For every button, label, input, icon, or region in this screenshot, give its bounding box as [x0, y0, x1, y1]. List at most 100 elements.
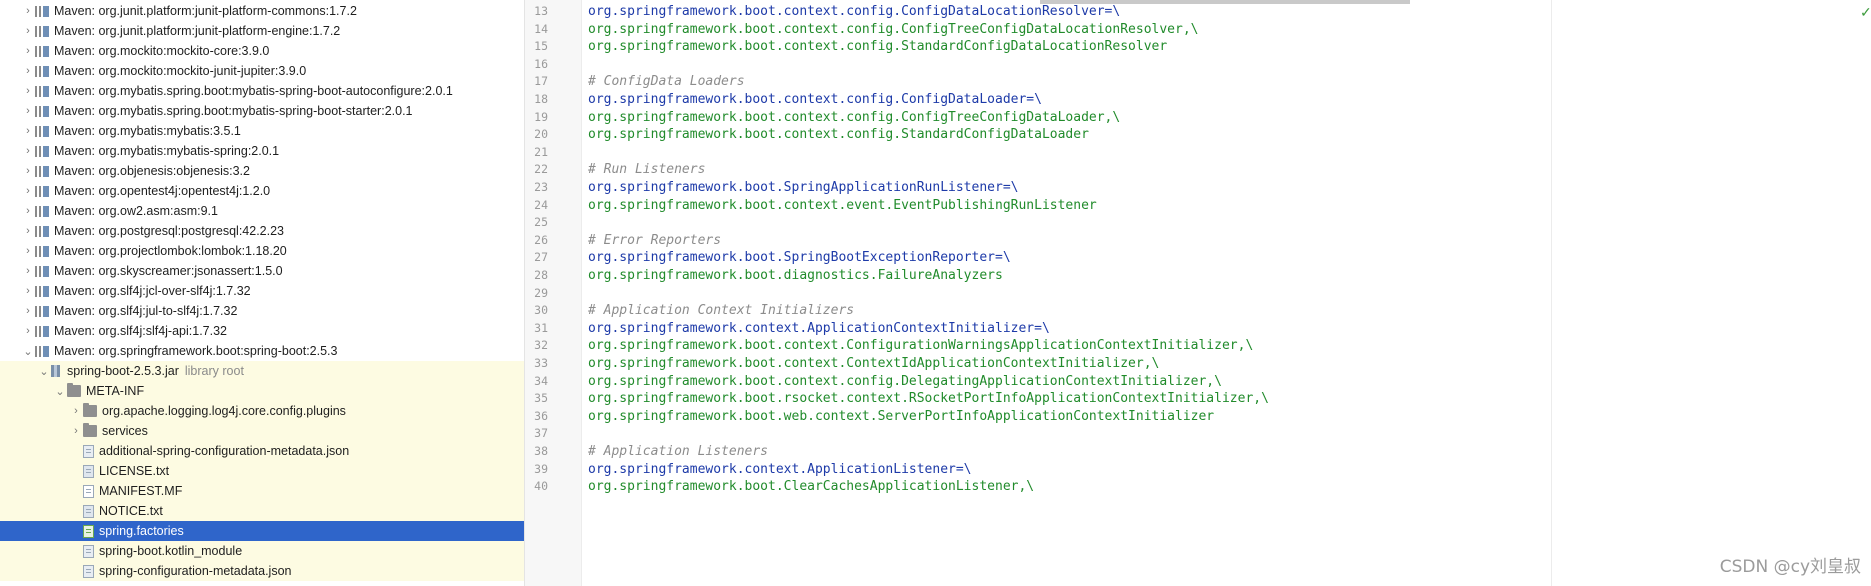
chevron-down-icon[interactable]: ⌄: [37, 365, 51, 378]
tree-node[interactable]: ›NOTICE.txt: [0, 501, 524, 521]
line-number: 40: [534, 479, 548, 494]
chevron-right-icon[interactable]: ›: [69, 425, 83, 437]
tree-node[interactable]: › Maven: org.skyscreamer:jsonassert:1.5.0: [0, 261, 524, 281]
maven-icon: [35, 5, 49, 17]
tree-node[interactable]: › Maven: org.mockito:mockito-junit-jupite…: [0, 61, 524, 81]
chevron-down-icon[interactable]: ⌄: [21, 345, 35, 358]
folder-icon: [83, 423, 97, 437]
code-line[interactable]: 40 org.springframework.boot.ClearCachesAp…: [525, 476, 1871, 497]
tree-node[interactable]: › Maven: org.mybatis.spring.boot:mybatis-…: [0, 101, 524, 121]
chevron-right-icon[interactable]: ›: [21, 325, 35, 337]
tree-node-label: Maven: org.ow2.asm:asm:9.1: [54, 204, 218, 218]
tree-node-label: Maven: org.mockito:mockito-junit-jupiter…: [54, 64, 307, 78]
tree-node-label: Maven: org.junit.platform:junit-platform…: [54, 4, 357, 18]
maven-icon: [35, 25, 49, 37]
tree-node[interactable]: › Maven: org.ow2.asm:asm:9.1: [0, 201, 524, 221]
tree-node[interactable]: › Maven: org.mybatis.spring.boot:mybatis-…: [0, 81, 524, 101]
chevron-down-icon[interactable]: ⌄: [53, 385, 67, 398]
tree-node-label: Maven: org.springframework.boot:spring-b…: [54, 344, 338, 358]
chevron-right-icon[interactable]: ›: [21, 105, 35, 117]
file-icon: [83, 544, 94, 558]
mf-icon: [83, 484, 94, 498]
chevron-right-icon[interactable]: ›: [69, 405, 83, 417]
tree-node-label: Maven: org.skyscreamer:jsonassert:1.5.0: [54, 264, 283, 278]
tree-node-label: MANIFEST.MF: [99, 484, 183, 498]
tree-node[interactable]: ⌄ Maven: org.springframework.boot:spring-…: [0, 341, 524, 361]
chevron-right-icon[interactable]: ›: [21, 285, 35, 297]
tree-node-label: Maven: org.opentest4j:opentest4j:1.2.0: [54, 184, 271, 198]
tree-node[interactable]: ›spring-boot.kotlin_module: [0, 541, 524, 561]
tree-node[interactable]: › Maven: org.junit.platform:junit-platfor…: [0, 21, 524, 41]
code-text: org.springframework.boot.ClearCachesAppl…: [588, 479, 1035, 495]
maven-icon: [35, 105, 49, 117]
folder-icon: [83, 403, 97, 417]
tree-node[interactable]: ⌄ META-INF: [0, 381, 524, 401]
tree-node-label: Maven: org.mybatis:mybatis:3.5.1: [54, 124, 241, 138]
tree-node[interactable]: › Maven: org.projectlombok:lombok:1.18.20: [0, 241, 524, 261]
tree-node[interactable]: › Maven: org.mybatis:mybatis:3.5.1: [0, 121, 524, 141]
tree-node-hint: library root: [184, 364, 244, 378]
tree-node[interactable]: › Maven: org.objenesis:objenesis:3.2: [0, 161, 524, 181]
tree-node[interactable]: › services: [0, 421, 524, 441]
tree-node[interactable]: ›spring-configuration-metadata.json: [0, 561, 524, 581]
tree-node[interactable]: › org.apache.logging.log4j.core.config.pl…: [0, 401, 524, 421]
tree-node-label: LICENSE.txt: [99, 464, 170, 478]
tree-node[interactable]: › Maven: org.slf4j:slf4j-api:1.7.32: [0, 321, 524, 341]
tree-node-label: Maven: org.postgresql:postgresql:42.2.23: [54, 224, 284, 238]
file-icon: [83, 564, 94, 578]
maven-icon: [35, 265, 49, 277]
chevron-right-icon[interactable]: ›: [21, 145, 35, 157]
tree-node[interactable]: › Maven: org.junit.platform:junit-platfor…: [0, 1, 524, 21]
chevron-right-icon[interactable]: ›: [21, 185, 35, 197]
chevron-right-icon[interactable]: ›: [21, 245, 35, 257]
tree-node[interactable]: ›LICENSE.txt: [0, 461, 524, 481]
maven-icon: [35, 205, 49, 217]
maven-icon: [35, 185, 49, 197]
tree-node-label: spring-configuration-metadata.json: [99, 564, 292, 578]
tree-node[interactable]: ⌄ spring-boot-2.5.3.jar library root: [0, 361, 524, 381]
maven-icon: [35, 125, 49, 137]
tree-node[interactable]: ›spring.factories: [0, 521, 524, 541]
chevron-right-icon[interactable]: ›: [21, 85, 35, 97]
tree-node-label: additional-spring-configuration-metadata…: [99, 444, 350, 458]
maven-icon: [35, 305, 49, 317]
jar-icon: [51, 365, 60, 377]
tree-node-label: Maven: org.mybatis.spring.boot:mybatis-s…: [54, 104, 413, 118]
factories-icon: [83, 524, 94, 538]
file-icon: [83, 444, 94, 458]
chevron-right-icon[interactable]: ›: [21, 265, 35, 277]
tree-node-label: Maven: org.slf4j:jcl-over-slf4j:1.7.32: [54, 284, 251, 298]
code-editor[interactable]: ✓ 13 org.springframework.boot.context.con…: [525, 0, 1871, 586]
maven-icon: [35, 245, 49, 257]
tree-node[interactable]: › Maven: org.slf4j:jul-to-slf4j:1.7.32: [0, 301, 524, 321]
tree-node[interactable]: › Maven: org.opentest4j:opentest4j:1.2.0: [0, 181, 524, 201]
tree-node[interactable]: › Maven: org.mybatis:mybatis-spring:2.0.1: [0, 141, 524, 161]
chevron-right-icon[interactable]: ›: [21, 165, 35, 177]
chevron-right-icon[interactable]: ›: [21, 205, 35, 217]
chevron-right-icon[interactable]: ›: [21, 25, 35, 37]
tree-node[interactable]: › Maven: org.mockito:mockito-core:3.9.0: [0, 41, 524, 61]
maven-icon: [35, 285, 49, 297]
maven-icon: [35, 45, 49, 57]
maven-icon: [35, 345, 49, 357]
tree-node-label: NOTICE.txt: [99, 504, 163, 518]
tree-node-label: META-INF: [86, 384, 145, 398]
tree-node[interactable]: › Maven: org.slf4j:jcl-over-slf4j:1.7.32: [0, 281, 524, 301]
chevron-right-icon[interactable]: ›: [21, 65, 35, 77]
txt-icon: [83, 504, 94, 518]
chevron-right-icon[interactable]: ›: [21, 305, 35, 317]
chevron-right-icon[interactable]: ›: [21, 125, 35, 137]
chevron-right-icon[interactable]: ›: [21, 225, 35, 237]
maven-icon: [35, 225, 49, 237]
tree-node[interactable]: › Maven: org.postgresql:postgresql:42.2.2…: [0, 221, 524, 241]
tree-node-label: services: [102, 424, 148, 438]
tree-node-label: spring.factories: [99, 524, 184, 538]
tree-node[interactable]: ›additional-spring-configuration-metadat…: [0, 441, 524, 461]
chevron-right-icon[interactable]: ›: [21, 45, 35, 57]
folder-icon: [67, 383, 81, 397]
tree-node-label: spring-boot.kotlin_module: [99, 544, 243, 558]
tree-node-label: org.apache.logging.log4j.core.config.plu…: [102, 404, 346, 418]
maven-icon: [35, 165, 49, 177]
chevron-right-icon[interactable]: ›: [21, 5, 35, 17]
tree-node[interactable]: ›MANIFEST.MF: [0, 481, 524, 501]
